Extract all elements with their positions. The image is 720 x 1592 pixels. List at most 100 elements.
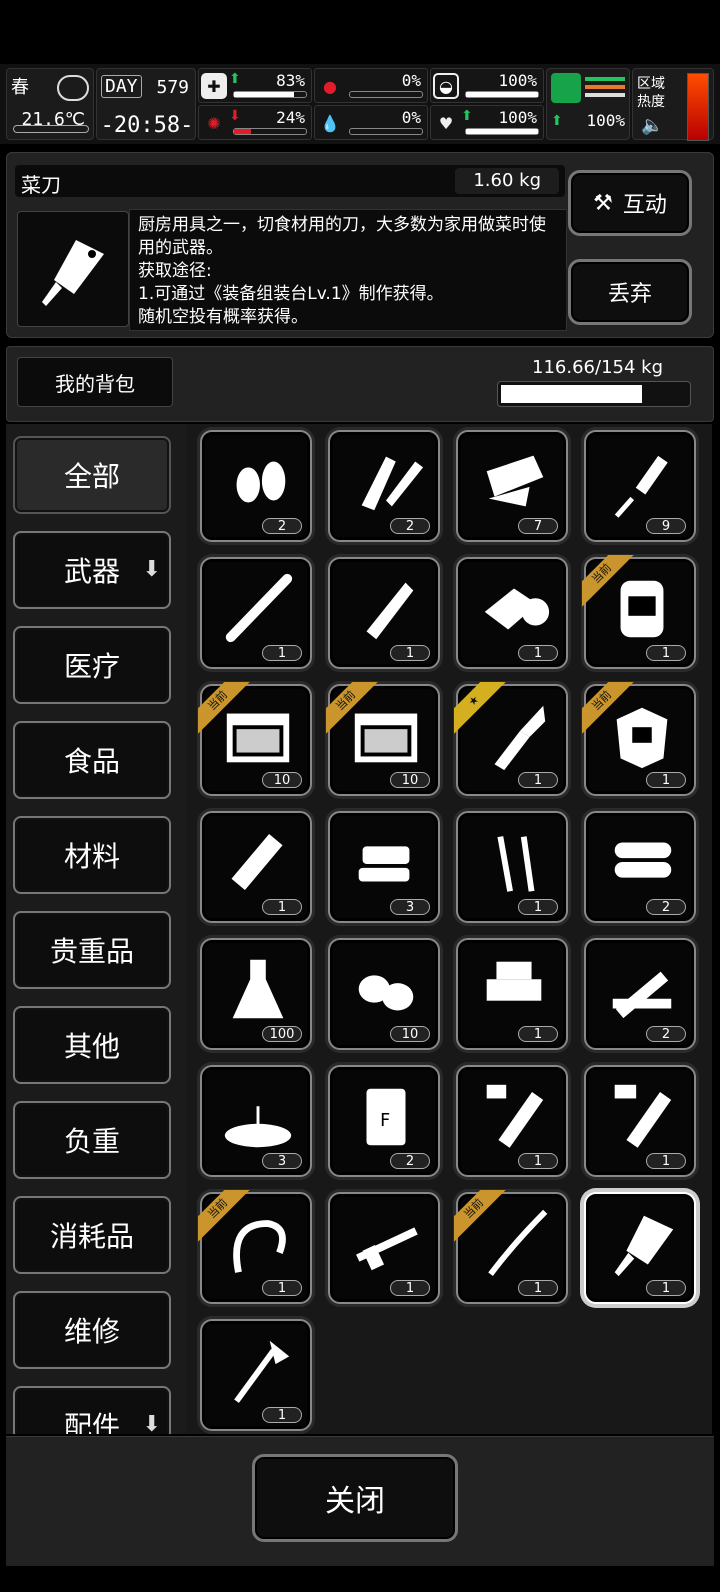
inventory-slot[interactable]: 1 bbox=[584, 1065, 696, 1177]
inventory-slot[interactable]: 1 bbox=[456, 938, 568, 1050]
inventory-slot[interactable]: 1 当前 bbox=[454, 1190, 568, 1304]
category-5[interactable]: 贵重品 bbox=[13, 911, 171, 989]
inventory-slot[interactable]: 1 ★ bbox=[454, 682, 568, 796]
mood-bar bbox=[465, 128, 539, 135]
helmet-icon: ◒ bbox=[433, 73, 459, 99]
inventory-slot[interactable]: 1 bbox=[200, 557, 312, 669]
inventory-slot[interactable]: 1 bbox=[328, 557, 440, 669]
inventory-slot[interactable]: 10 当前 bbox=[326, 682, 440, 796]
inventory-slot[interactable]: 3 bbox=[200, 1065, 312, 1177]
inventory-slot[interactable]: 1 bbox=[328, 1192, 440, 1304]
inventory-slot[interactable]: 2 bbox=[584, 938, 696, 1050]
inventory-slot[interactable]: 7 bbox=[456, 430, 568, 542]
category-6[interactable]: 其他 bbox=[13, 1006, 171, 1084]
inventory-slot[interactable]: 1 bbox=[200, 811, 312, 923]
category-0[interactable]: 全部 bbox=[13, 436, 171, 514]
inventory-slot[interactable]: 1 当前 bbox=[198, 1190, 312, 1304]
fertilizer-bag-icon: F bbox=[366, 1088, 406, 1146]
health-stat: ✚ ⬆ 83% bbox=[198, 68, 312, 103]
category-7[interactable]: 负重 bbox=[13, 1101, 171, 1179]
mood-stat: ♥ ⬆ 100% bbox=[430, 105, 544, 140]
item-count: 1 bbox=[390, 1280, 430, 1296]
category-9[interactable]: 维修 bbox=[13, 1291, 171, 1369]
item-count: 2 bbox=[646, 1026, 686, 1042]
infection-value: 24% bbox=[276, 108, 305, 127]
inventory-slot[interactable]: 10 bbox=[328, 938, 440, 1050]
item-count: 3 bbox=[262, 1153, 302, 1169]
planks-icon bbox=[612, 971, 672, 1019]
inventory-slot[interactable]: 1 bbox=[200, 1319, 312, 1431]
inventory-slot[interactable]: 1 当前 bbox=[582, 682, 696, 796]
hunger-stat: ● 0% bbox=[314, 68, 428, 103]
armor-bar bbox=[465, 91, 539, 98]
current-equipped-badge: 当前 bbox=[198, 682, 250, 734]
inventory-slot[interactable]: 1 bbox=[456, 557, 568, 669]
category-sidebar[interactable]: 全部武器 ⬇ 医疗食品材料贵重品其他负重消耗品维修配件 ⬇ bbox=[6, 424, 186, 1434]
backpack-weight: 116.66/154 kg bbox=[532, 357, 663, 378]
item-count: 1 bbox=[262, 1280, 302, 1296]
inventory-slot[interactable]: 9 bbox=[584, 430, 696, 542]
close-label: 关闭 bbox=[325, 1484, 385, 1519]
arrow-down-icon: ⬇ bbox=[142, 1412, 161, 1434]
category-10[interactable]: 配件 ⬇ bbox=[13, 1386, 171, 1434]
cleaver-icon bbox=[42, 240, 104, 306]
trend-up-icon: ⬆ bbox=[229, 71, 241, 87]
close-button[interactable]: 关闭 bbox=[252, 1454, 458, 1542]
coffee-beans-icon bbox=[358, 975, 414, 1011]
inventory-slot[interactable]: 100 bbox=[200, 938, 312, 1050]
inventory-slot[interactable]: F2 bbox=[328, 1065, 440, 1177]
region-heat-label: 区域 热度 bbox=[637, 76, 665, 110]
armor-stat: ◒ 100% bbox=[430, 68, 544, 103]
current-equipped-badge: 当前 bbox=[582, 682, 634, 734]
category-2[interactable]: 医疗 bbox=[13, 626, 171, 704]
speaker-icon[interactable]: 🔈 bbox=[641, 115, 663, 136]
hammer-icon: ⚒ bbox=[593, 190, 613, 216]
health-value: 83% bbox=[276, 71, 305, 90]
category-label: 消耗品 bbox=[49, 1220, 134, 1253]
hunger-value: 0% bbox=[401, 71, 421, 90]
hunger-bar bbox=[349, 91, 423, 98]
item-description: 厨房用具之一，切食材用的刀，大多数为家用做菜时使用的武器。 获取途径: 1.可通… bbox=[129, 209, 567, 331]
category-label: 食品 bbox=[63, 745, 120, 778]
item-count: 1 bbox=[262, 1407, 302, 1423]
item-count: 10 bbox=[390, 772, 430, 788]
inventory-slot[interactable]: 2 bbox=[584, 811, 696, 923]
stamina-value: 100% bbox=[586, 111, 625, 130]
item-count: 1 bbox=[646, 645, 686, 661]
inventory-slot[interactable]: 1 bbox=[456, 811, 568, 923]
item-name: 菜刀 bbox=[21, 173, 61, 197]
item-count: 1 bbox=[646, 1153, 686, 1169]
infection-bar bbox=[233, 128, 307, 135]
item-count: 2 bbox=[390, 1153, 430, 1169]
interact-button[interactable]: ⚒ 互动 bbox=[568, 170, 692, 236]
inventory-slot[interactable]: 10 当前 bbox=[198, 682, 312, 796]
item-count: 10 bbox=[390, 1026, 430, 1042]
interact-label: 互动 bbox=[622, 193, 667, 218]
current-equipped-badge: 当前 bbox=[198, 1190, 250, 1242]
category-1[interactable]: 武器 ⬇ bbox=[13, 531, 171, 609]
inventory-slot[interactable]: 2 bbox=[328, 430, 440, 542]
inventory-slot[interactable]: 1 bbox=[456, 1065, 568, 1177]
soil-sprout-icon bbox=[224, 1106, 292, 1148]
inventory-slot[interactable]: 3 bbox=[328, 811, 440, 923]
category-4[interactable]: 材料 bbox=[13, 816, 171, 894]
category-8[interactable]: 消耗品 bbox=[13, 1196, 171, 1274]
item-count: 2 bbox=[262, 518, 302, 534]
cloud-icon bbox=[57, 75, 89, 101]
category-3[interactable]: 食品 bbox=[13, 721, 171, 799]
drop-label: 丢弃 bbox=[607, 282, 652, 307]
current-equipped-badge: 当前 bbox=[454, 1190, 506, 1242]
inventory-slot[interactable]: 1 bbox=[584, 1192, 696, 1304]
item-count: 2 bbox=[390, 518, 430, 534]
inventory-slot[interactable]: 1 当前 bbox=[582, 555, 696, 669]
region-heat-panel: 区域 热度 🔈 bbox=[632, 68, 714, 141]
category-label: 配件 bbox=[63, 1410, 120, 1434]
inventory-slot[interactable]: 2 bbox=[200, 430, 312, 542]
screws-icon bbox=[497, 836, 535, 892]
test-tube-ii-icon bbox=[486, 1084, 544, 1148]
inventory-grid[interactable]: 2 2 7 9 1 1 1 1 当前 10 当前 10 当前 1 ★ 1 当前 1 3 1 2 100 10 1 2 3 F 2 1 1 1… bbox=[186, 424, 712, 1434]
category-label: 材料 bbox=[63, 840, 120, 873]
drop-button[interactable]: 丢弃 bbox=[568, 259, 692, 325]
axe-icon bbox=[234, 1340, 290, 1403]
backpack-weight-bar bbox=[497, 381, 691, 407]
